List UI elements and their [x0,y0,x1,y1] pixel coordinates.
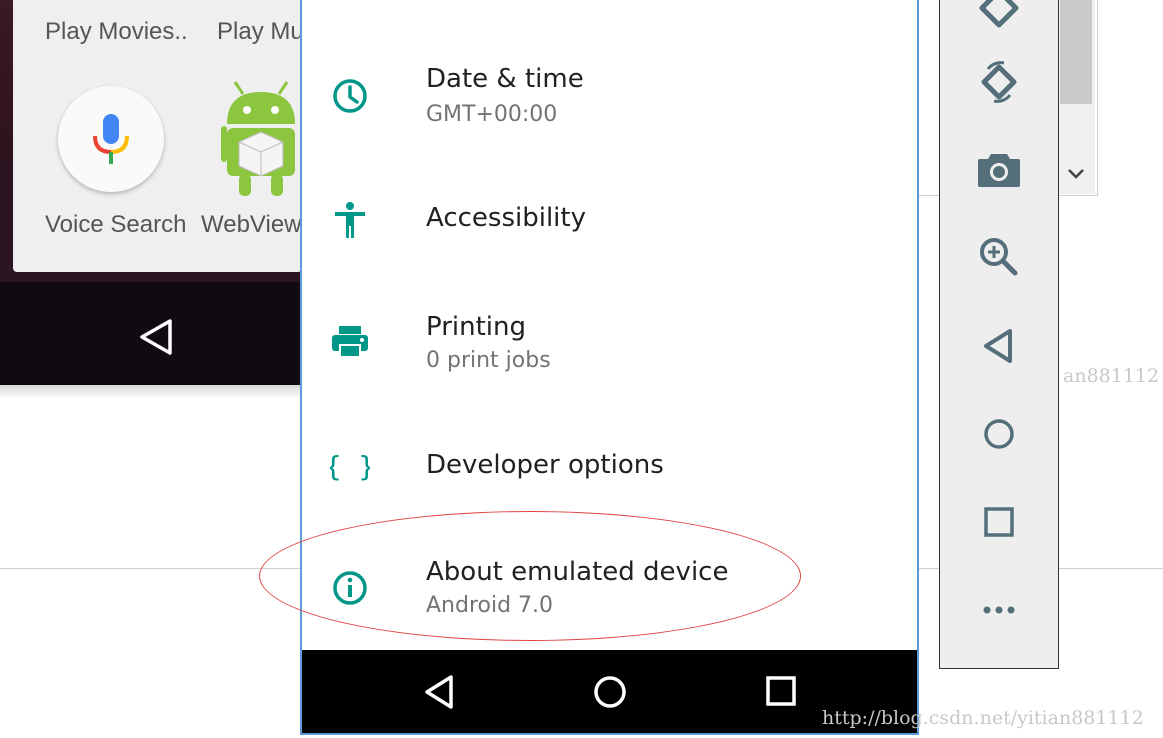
rotate-right-button[interactable] [940,52,1058,112]
svg-text:{ }: { } [330,450,370,483]
app-label-voice-search[interactable]: Voice Search [45,211,186,239]
back-button[interactable] [940,316,1058,376]
zoom-button[interactable] [940,227,1058,287]
app-label-webview[interactable]: WebView [201,211,302,239]
screenshot-button[interactable] [940,139,1058,199]
back-icon [984,329,1012,363]
settings-item-title: Date & time [426,64,584,94]
settings-item-title: Printing [426,312,527,342]
home-icon [984,419,1014,449]
braces-icon: { } [330,450,370,483]
chevron-down-icon[interactable] [1066,166,1086,182]
clock-icon [333,79,367,113]
home-button[interactable] [940,404,1058,464]
rotate-left-icon [979,0,1019,28]
scrollbar-thumb[interactable] [1060,0,1092,104]
camera-icon [978,154,1020,187]
settings-item-date-time[interactable]: Date & time GMT+00:00 [302,40,917,160]
settings-item-accessibility[interactable]: Accessibility [302,180,917,260]
background-nav-bar [0,282,302,385]
settings-item-title: Accessibility [426,203,586,233]
watermark-partial: an881112 [1063,365,1160,387]
overview-button[interactable] [940,492,1058,552]
rotate-right-icon [981,61,1017,103]
nav-back-icon[interactable] [138,318,174,356]
nav-home-icon[interactable] [592,674,628,710]
settings-item-subtitle: GMT+00:00 [426,102,558,127]
rotate-left-button[interactable] [940,0,1058,38]
voice-search-app-icon[interactable] [58,86,164,192]
window-shadow [0,385,302,399]
settings-item-developer-options[interactable]: { } Developer options [302,430,917,510]
zoom-in-icon [980,238,1018,276]
settings-item-subtitle: 0 print jobs [426,348,551,373]
app-label-play-movies[interactable]: Play Movies.. [45,18,188,46]
android-robot-icon[interactable] [221,80,302,198]
more-icon [983,606,1015,614]
emulator-toolbar [939,0,1059,669]
more-button[interactable] [940,580,1058,640]
accessibility-icon [335,202,365,238]
annotation-ellipse [259,511,801,641]
watermark: http://blog.csdn.net/yitian881112 [822,707,1144,729]
nav-overview-icon[interactable] [764,674,798,708]
microphone-icon [93,114,129,164]
overview-icon [984,507,1014,537]
settings-item-printing[interactable]: Printing 0 print jobs [302,290,917,400]
nav-back-icon[interactable] [423,674,455,710]
printer-icon [332,326,368,358]
settings-item-title: Developer options [426,450,664,480]
